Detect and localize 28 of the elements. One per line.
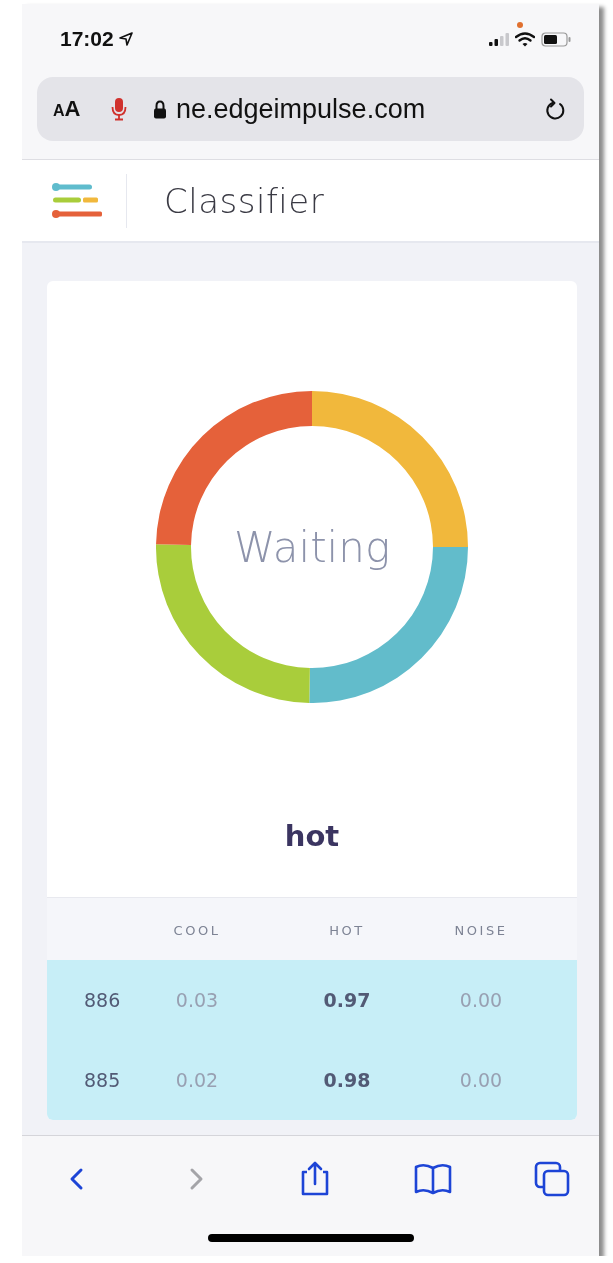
column-header: HOT	[329, 922, 365, 938]
column-header: COOL	[173, 922, 221, 938]
table-cell: 885	[84, 1069, 121, 1091]
table-cell: 0.97	[323, 989, 371, 1011]
signal-icon	[489, 32, 509, 46]
wifi-icon	[515, 31, 535, 47]
page-title: Classifier	[164, 180, 325, 221]
url-text[interactable]: ne.edgeimpulse.com	[176, 93, 426, 125]
classification-label: hot	[284, 819, 340, 853]
text-size-button[interactable]: AA	[53, 96, 111, 122]
lock-icon	[153, 99, 167, 119]
table-cell: 886	[84, 989, 121, 1011]
battery-icon	[541, 31, 571, 47]
location-arrow-icon	[118, 32, 133, 46]
table-cell: 0.02	[175, 1069, 219, 1091]
table-cell: 0.98	[323, 1069, 371, 1091]
status-text: Waiting	[233, 522, 391, 572]
table-cell: 0.00	[459, 1069, 503, 1091]
clock-time: 17:02	[60, 27, 114, 51]
book-icon[interactable]	[414, 1161, 453, 1196]
address-bar[interactable]: AA ne.edgeimpulse.com	[37, 77, 584, 141]
column-header: NOISE	[454, 922, 508, 938]
logo-icon	[52, 182, 104, 219]
table-cell: 0.03	[175, 989, 219, 1011]
table-cell: 0.00	[459, 989, 503, 1011]
microphone-icon[interactable]	[111, 97, 127, 121]
reload-icon[interactable]	[544, 97, 566, 121]
tabs-icon[interactable]	[534, 1160, 570, 1197]
